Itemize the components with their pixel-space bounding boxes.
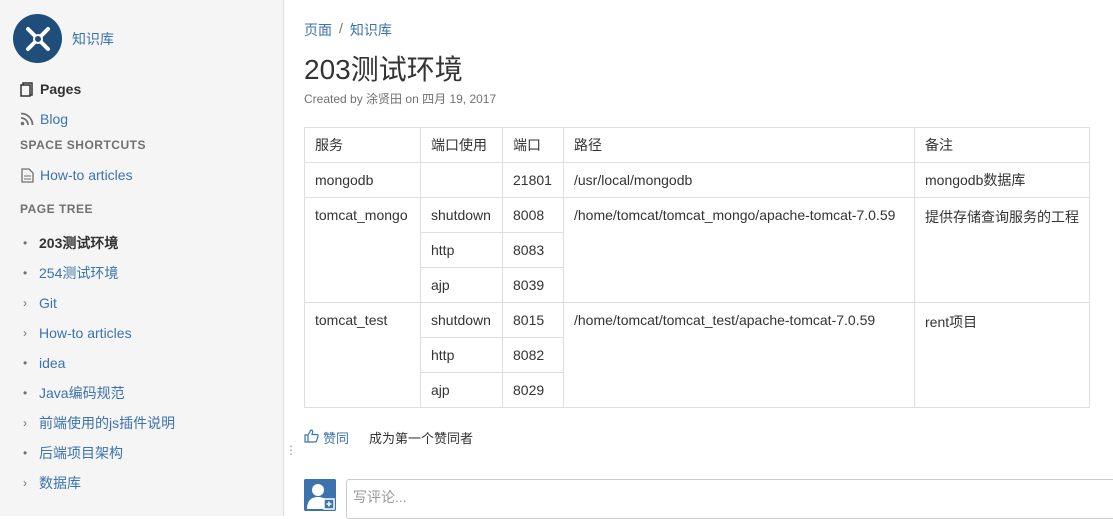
page-tree-item[interactable]: 后端项目架构 [21,438,274,468]
like-button[interactable]: 赞同 [304,428,349,447]
table-header: 路径 [563,127,915,163]
comment-input[interactable]: 写评论... [346,479,1113,519]
chevron-right-icon[interactable]: › [21,476,39,490]
breadcrumb-space-link[interactable]: 知识库 [350,20,392,40]
port-cell: 8039 [502,267,564,303]
page-tree-label[interactable]: 后端项目架构 [39,443,123,463]
path-cell: /home/tomcat/tomcat_test/apache-tomcat-7… [563,302,915,408]
port-use-cell: ajp [420,372,503,408]
page-tree-item[interactable]: 254测试环境 [21,258,274,288]
port-cell: 21801 [502,162,564,198]
page-icon [19,167,35,183]
breadcrumb: 页面 / 知识库 [304,20,392,40]
page-tree-label[interactable]: 前端使用的js插件说明 [39,413,175,433]
chevron-right-icon[interactable]: › [21,416,39,430]
port-cell: 8015 [502,302,564,338]
port-use-cell: ajp [420,267,503,303]
breadcrumb-pages-link[interactable]: 页面 [304,20,332,40]
like-button-label: 赞同 [323,431,350,446]
nav-pages-label: Pages [40,81,82,97]
port-use-cell: http [420,232,503,268]
page-tree-item[interactable]: › 数据库 [21,468,274,498]
page-tree-heading: PAGE TREE [20,202,93,216]
page-tree-label[interactable]: 数据库 [39,473,81,493]
created-by-label: Created by [304,92,363,106]
shortcut-howto-link[interactable]: How-to articles [19,164,274,186]
service-cell: tomcat_mongo [304,197,421,303]
space-shortcuts-heading: SPACE SHORTCUTS [20,138,146,152]
chevron-right-icon[interactable]: › [21,326,39,340]
space-header[interactable]: 知识库 [13,14,114,63]
note-cell: rent项目 [914,302,1090,408]
page-tree-label[interactable]: How-to articles [39,325,132,341]
table-row: tomcat_mongo shutdown 8008/home/tomcat/tom… [304,197,1090,303]
table-header: 服务 [304,127,421,163]
nav-blog-link[interactable]: Blog [19,108,274,130]
page-tree-item[interactable]: Java编码规范 [21,378,274,408]
pages-icon [19,81,35,97]
nav-blog-label: Blog [40,111,69,127]
page-title: 203测试环境 [304,54,463,85]
page-tree: 203测试环境254测试环境›Git›How-to articlesideaJa… [21,228,274,498]
port-use-cell: shutdown [420,197,503,233]
page-tree-item[interactable]: › 前端使用的js插件说明 [21,408,274,438]
bullet-icon [21,356,39,370]
service-cell: mongodb [304,162,421,198]
page-tree-item[interactable]: 203测试环境 [21,228,274,258]
default-avatar-icon [304,479,336,511]
page-tree-item[interactable]: idea [21,348,274,378]
author-link[interactable]: 涂贤田 [366,92,402,106]
bullet-icon [21,236,39,250]
sidebar: 知识库 Pages Blog SPACE SHORTCUTS How-to ar… [0,0,284,516]
services-table: 服务 端口使用 端口 路径 备注 mongodb 21801/usr/local/… [304,127,1090,408]
note-cell: mongodb数据库 [914,162,1090,198]
table-header-row: 服务 端口使用 端口 路径 备注 [304,127,1090,163]
page-tree-label[interactable]: Java编码规范 [39,383,125,403]
page-tree-label[interactable]: 254测试环境 [39,263,118,283]
bullet-icon [21,446,39,460]
port-use-cell: http [420,337,503,373]
port-cell: 8083 [502,232,564,268]
path-cell: /usr/local/mongodb [563,162,915,198]
path-cell: /home/tomcat/tomcat_mongo/apache-tomcat-… [563,197,915,303]
table-row: mongodb 21801/usr/local/mongodb mongodb数据库 [304,162,1090,198]
table-row: tomcat_test shutdown 8015/home/tomcat/tomc… [304,302,1090,408]
like-description: 成为第一个赞同者 [369,431,474,446]
bullet-icon [21,386,39,400]
page-tree-label[interactable]: idea [39,355,65,371]
space-name-link[interactable]: 知识库 [72,29,114,49]
shortcut-howto-label: How-to articles [40,167,133,183]
likes-section: 赞同 成为第一个赞同者 [304,428,473,447]
page-tree-label[interactable]: Git [39,295,57,311]
table-header: 备注 [914,127,1090,163]
rss-icon [19,111,35,127]
table-header: 端口使用 [420,127,503,163]
comment-area: 写评论... [304,479,1113,519]
space-logo-icon[interactable] [13,14,62,63]
sidebar-resize-handle[interactable]: ⋮ [285,444,297,456]
main-content: 页面 / 知识库 203测试环境 Created by 涂贤田 on 四月 19… [304,0,1113,519]
thumbs-up-icon [304,429,319,446]
nav-pages-link[interactable]: Pages [19,78,274,100]
table-header: 端口 [502,127,564,163]
page-tree-label[interactable]: 203测试环境 [39,233,118,253]
page-tree-item[interactable]: › How-to articles [21,318,274,348]
port-cell: 8082 [502,337,564,373]
port-cell: 8029 [502,372,564,408]
port-use-cell [420,162,503,198]
breadcrumb-separator: / [339,20,343,36]
bullet-icon [21,266,39,280]
page-tree-item[interactable]: › Git [21,288,274,318]
service-cell: tomcat_test [304,302,421,408]
sidebar-nav: Pages Blog SPACE SHORTCUTS How-to articl… [19,78,274,498]
on-label: on [405,92,419,106]
port-cell: 8008 [502,197,564,233]
page-metadata: Created by 涂贤田 on 四月 19, 2017 [304,90,496,107]
created-date-link[interactable]: 四月 19, 2017 [422,92,496,106]
note-cell: 提供存储查询服务的工程 [914,197,1090,303]
port-use-cell: shutdown [420,302,503,338]
chevron-right-icon[interactable]: › [21,296,39,310]
